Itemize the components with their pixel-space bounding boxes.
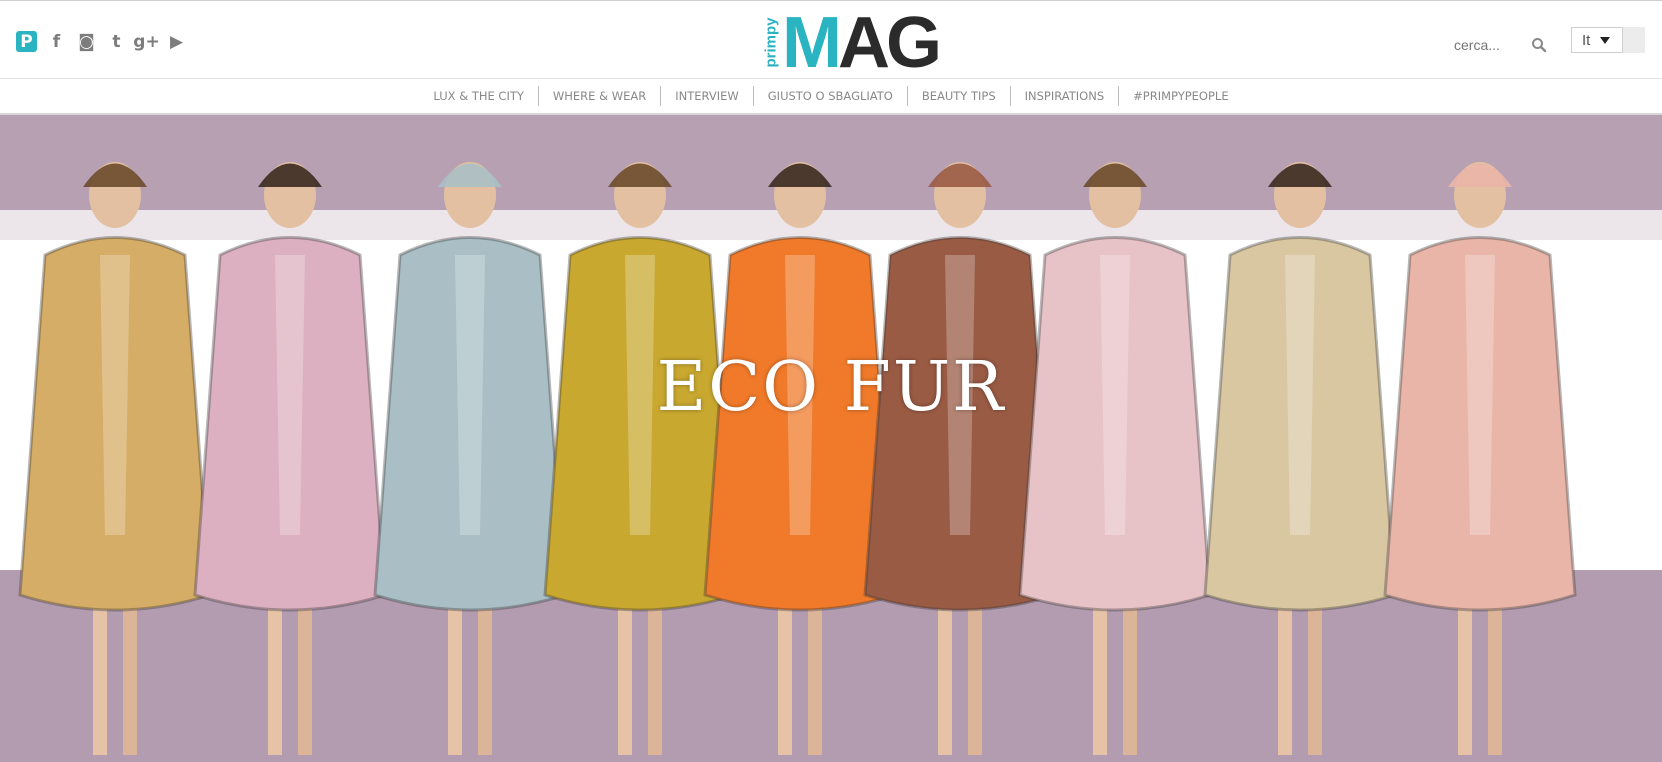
hero-light-band-top [0, 210, 1662, 240]
search-input[interactable] [1454, 37, 1530, 53]
language-selected: It [1582, 31, 1591, 49]
main-nav: LUX & THE CITY WHERE & WEAR INTERVIEW GI… [0, 79, 1662, 113]
nav-item-where-wear[interactable]: WHERE & WEAR [539, 86, 662, 106]
nav-item-inspirations[interactable]: INSPIRATIONS [1011, 86, 1120, 106]
header-bar: P f ◙ t g+ ▶ primpy MAG It [0, 0, 1662, 83]
site-logo[interactable]: primpy MAG [760, 3, 942, 83]
primpy-icon[interactable]: P [16, 31, 37, 52]
logo-mag-text: MAG [782, 3, 942, 83]
nav-item-primpypeople[interactable]: #PRIMPYPEOPLE [1119, 86, 1242, 106]
youtube-icon[interactable]: ▶ [166, 31, 187, 52]
search-box [1454, 34, 1549, 56]
twitter-icon[interactable]: t [106, 31, 127, 52]
instagram-icon[interactable]: ◙ [76, 31, 97, 52]
logo-primpy-text: primpy [762, 16, 780, 68]
nav-item-beauty-tips[interactable]: BEAUTY TIPS [908, 86, 1011, 106]
hero-image [0, 115, 1662, 762]
nav-item-giusto-o-sbagliato[interactable]: GIUSTO O SBAGLIATO [754, 86, 908, 106]
social-links: P f ◙ t g+ ▶ [16, 31, 187, 52]
google-plus-icon[interactable]: g+ [133, 31, 159, 52]
hero-banner[interactable]: ECO FUR [0, 115, 1662, 762]
language-select-side [1623, 27, 1645, 53]
hero-title: ECO FUR [656, 348, 1006, 427]
chevron-down-icon [1600, 36, 1611, 44]
search-icon[interactable] [1530, 36, 1548, 54]
nav-item-lux-the-city[interactable]: LUX & THE CITY [419, 86, 539, 106]
nav-item-interview[interactable]: INTERVIEW [661, 86, 754, 106]
language-select[interactable]: It [1571, 27, 1623, 53]
facebook-icon[interactable]: f [46, 31, 67, 52]
